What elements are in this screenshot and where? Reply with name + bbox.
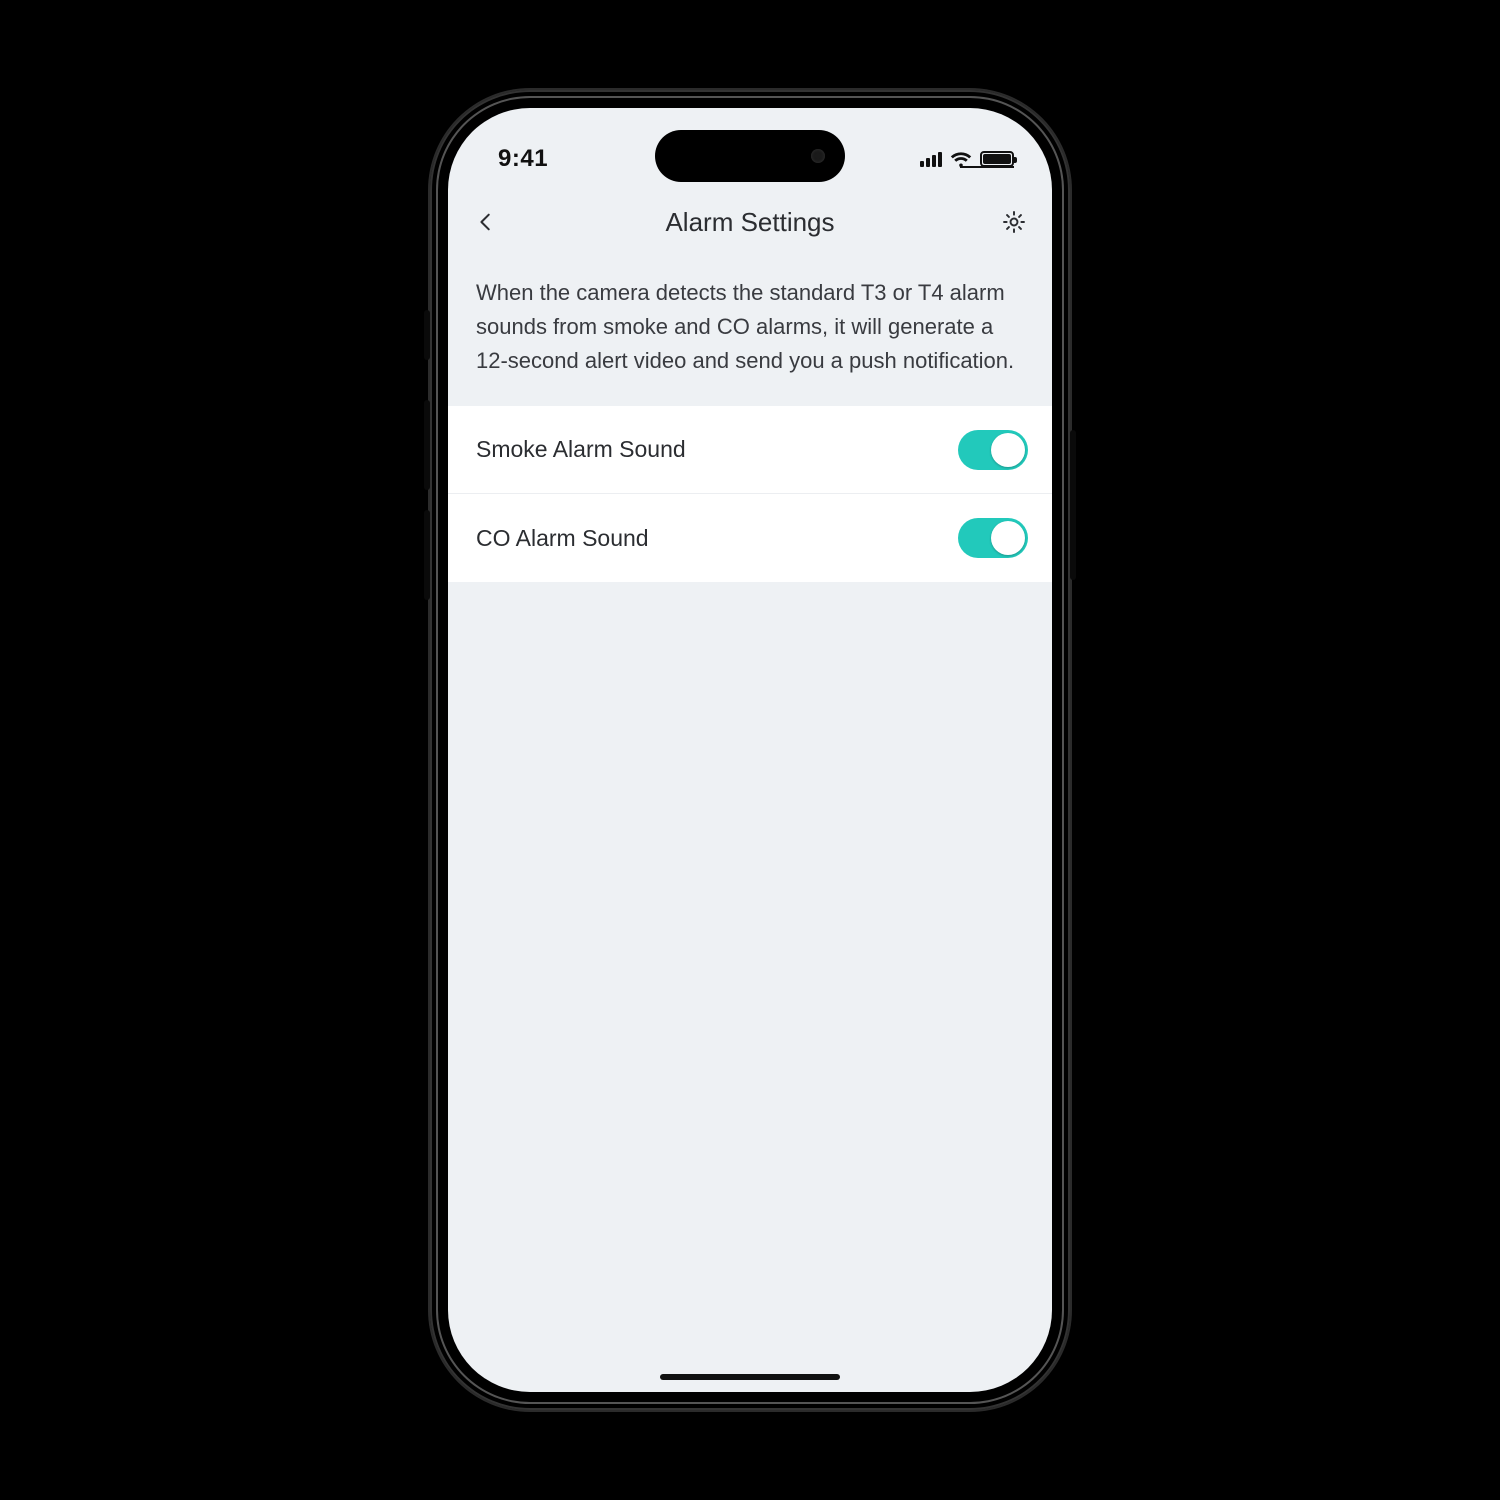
status-indicators [920, 151, 1014, 167]
settings-list: Smoke Alarm Sound CO Alarm Sound [448, 406, 1052, 582]
chevron-left-icon [475, 211, 497, 233]
row-co-alarm: CO Alarm Sound [448, 494, 1052, 582]
volume-up-button[interactable] [424, 400, 430, 490]
settings-button[interactable] [998, 206, 1030, 238]
description-text: When the camera detects the standard T3 … [448, 258, 1052, 406]
screen: 9:41 [448, 108, 1052, 1392]
back-button[interactable] [470, 206, 502, 238]
home-indicator[interactable] [660, 1374, 840, 1380]
phone-frame: 9:41 [430, 90, 1070, 1410]
row-label: Smoke Alarm Sound [476, 436, 686, 463]
stage: 9:41 [0, 0, 1500, 1500]
toggle-smoke-alarm[interactable] [958, 430, 1028, 470]
gear-icon [1001, 209, 1027, 235]
content: When the camera detects the standard T3 … [448, 258, 1052, 1392]
power-button[interactable] [1070, 430, 1076, 580]
toggle-co-alarm[interactable] [958, 518, 1028, 558]
battery-icon [980, 151, 1014, 167]
mute-switch[interactable] [424, 310, 430, 360]
nav-bar: Alarm Settings [448, 196, 1052, 248]
dynamic-island [655, 130, 845, 182]
wifi-icon [950, 151, 972, 167]
camera-dot-icon [811, 149, 825, 163]
status-underline [960, 166, 1014, 168]
toggle-knob [991, 521, 1025, 555]
row-smoke-alarm: Smoke Alarm Sound [448, 406, 1052, 494]
toggle-knob [991, 433, 1025, 467]
row-label: CO Alarm Sound [476, 525, 649, 552]
volume-down-button[interactable] [424, 510, 430, 600]
page-title: Alarm Settings [665, 207, 834, 238]
status-time: 9:41 [498, 145, 548, 173]
cellular-signal-icon [920, 151, 942, 167]
